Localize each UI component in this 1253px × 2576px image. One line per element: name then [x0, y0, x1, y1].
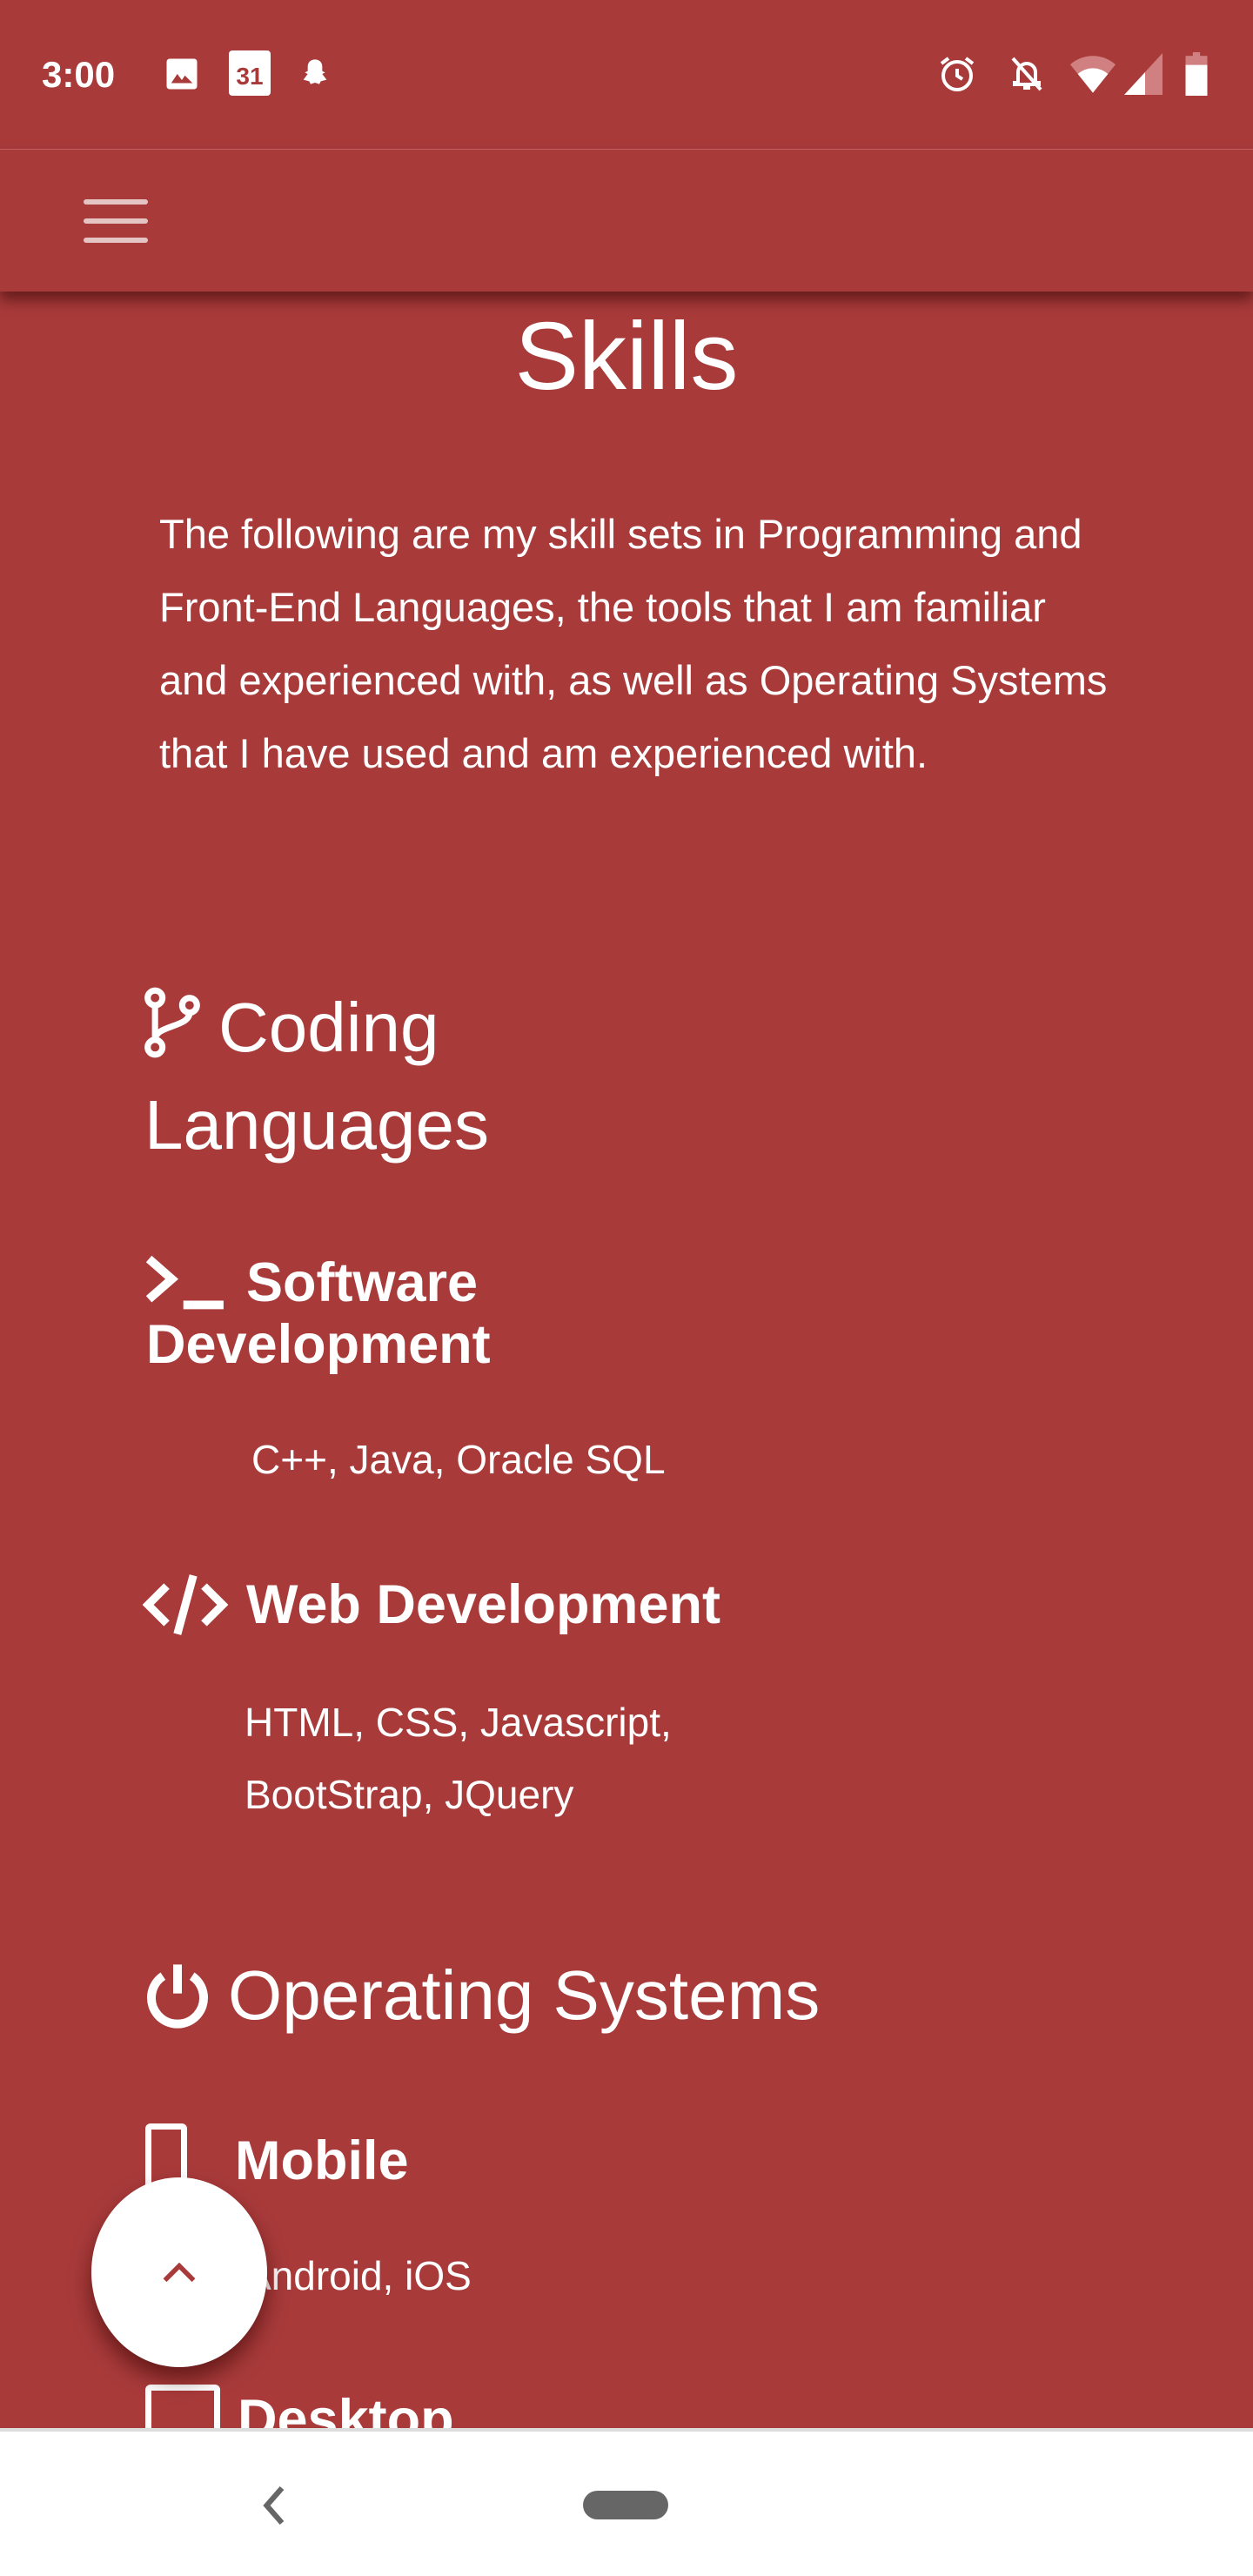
image-icon	[166, 58, 198, 90]
mobile-items: Android, iOS	[245, 2253, 472, 2298]
coding-languages-heading-line1: Coding	[218, 989, 439, 1066]
app-toolbar	[0, 149, 1253, 292]
software-development-items: C++, Java, Oracle SQL	[251, 1437, 666, 1482]
coding-languages-heading-line2: Languages	[144, 1086, 489, 1164]
signal-icon	[1124, 53, 1163, 95]
intro-paragraph: The following are my skill sets in Progr…	[159, 511, 1108, 776]
battery-icon	[1185, 52, 1208, 96]
snapchat-icon	[303, 59, 327, 84]
mobile-title: Mobile	[235, 2130, 409, 2191]
web-development-items-line1: HTML, CSS, Javascript,	[245, 1700, 672, 1745]
wifi-icon	[1070, 56, 1116, 93]
web-development-title: Web Development	[246, 1574, 720, 1635]
page-title: Skills	[514, 303, 739, 410]
notifications-off-icon	[1011, 57, 1042, 91]
chevron-up-icon	[163, 2262, 196, 2283]
code-branch-icon	[144, 987, 200, 1058]
home-pill[interactable]	[583, 2491, 668, 2519]
alarm-icon	[940, 57, 975, 91]
calendar-icon: 31	[229, 50, 271, 96]
software-development-title-line2: Development	[146, 1314, 491, 1375]
code-icon	[143, 1574, 228, 1635]
scroll-to-top-button[interactable]	[91, 2177, 267, 2367]
terminal-icon	[145, 1255, 224, 1310]
status-bar: 3:00 31	[0, 0, 1253, 148]
back-icon[interactable]	[258, 2484, 289, 2527]
power-icon	[147, 1964, 208, 2029]
status-time: 3:00	[42, 54, 116, 95]
software-development-title-line1: Software	[246, 1252, 479, 1313]
system-navigation-bar	[0, 2428, 1253, 2576]
web-development-items-line2: BootStrap, JQuery	[245, 1772, 574, 1817]
hamburger-menu-icon[interactable]	[84, 199, 148, 243]
operating-systems-heading: Operating Systems	[228, 1956, 821, 2034]
